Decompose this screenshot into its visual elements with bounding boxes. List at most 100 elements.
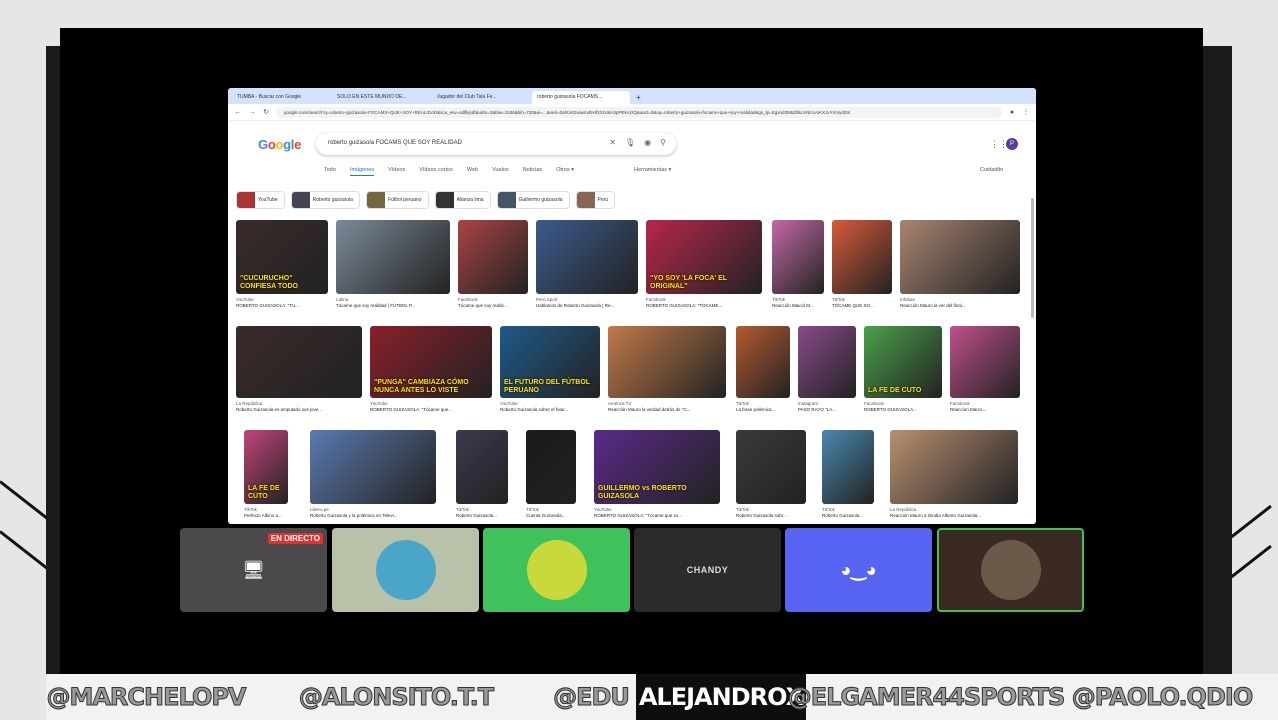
result-thumbnail[interactable] — [822, 430, 874, 504]
result-source[interactable]: La República — [236, 401, 362, 406]
result-title[interactable]: TÓCAME QUE SO... — [832, 303, 892, 308]
result-source[interactable]: TikTok — [736, 401, 790, 406]
filter-chip[interactable]: Fútbol peruano — [365, 191, 429, 209]
profile-icon[interactable]: ● — [1008, 109, 1016, 116]
result-title[interactable]: Roberto Guizasola... — [822, 513, 874, 518]
search-tab[interactable]: Web — [467, 167, 478, 176]
image-result[interactable]: LA FE DE CUTO Facebook ROBERTO GUIZASOLA..… — [864, 326, 942, 412]
result-thumbnail[interactable] — [456, 430, 508, 504]
result-title[interactable]: ROBERTO GUIZASOLA: "TU... — [236, 303, 328, 308]
filter-chip[interactable]: YouTube — [236, 191, 285, 209]
result-thumbnail[interactable] — [526, 430, 576, 504]
result-source[interactable]: Infobae — [900, 297, 1020, 302]
result-thumbnail[interactable] — [236, 326, 362, 398]
result-source[interactable]: TikTok — [736, 507, 806, 512]
result-title[interactable]: ROBERTO GUIZASOLA: "Tócame que so... — [594, 513, 720, 518]
search-tab[interactable]: Vuelos — [492, 167, 509, 176]
result-thumbnail[interactable]: LA FE DE CUTO — [244, 430, 288, 504]
tools-button[interactable]: Herramientas ▾ — [634, 167, 671, 173]
image-result[interactable]: TikTok La frase polémica... — [736, 326, 790, 412]
result-thumbnail[interactable] — [458, 220, 528, 294]
new-tab-button[interactable]: + — [632, 91, 645, 104]
image-result[interactable]: TikTok Roberto Guizasola... — [456, 430, 508, 518]
browser-tab[interactable]: roberto guizasola FOCAMS... — [532, 91, 630, 104]
result-title[interactable]: ROBERTO GUIZASOLA: "Tócame que... — [370, 407, 492, 412]
menu-icon[interactable]: ⋮ — [1022, 108, 1030, 116]
result-source[interactable]: TikTok — [526, 507, 576, 512]
lens-icon[interactable]: ◉ — [644, 138, 651, 147]
result-source[interactable]: TikTok — [456, 507, 508, 512]
forward-icon[interactable]: → — [248, 109, 256, 116]
result-thumbnail[interactable] — [608, 326, 726, 398]
result-source[interactable]: Facebook — [864, 401, 942, 406]
result-source[interactable]: Latina — [336, 297, 450, 302]
participant-tile[interactable] — [937, 528, 1084, 612]
result-source[interactable]: Instagram — [798, 401, 856, 406]
filter-chip[interactable]: Perú — [575, 191, 616, 209]
search-tab[interactable]: Noticias — [523, 167, 543, 176]
search-input[interactable]: roberto guizasola FOCAMS QUE SOY REALIDA… — [316, 133, 676, 155]
result-source[interactable]: América TV — [608, 401, 726, 406]
search-tab[interactable]: Imágenes — [349, 167, 375, 176]
result-thumbnail[interactable] — [832, 220, 892, 294]
result-thumbnail[interactable]: "PUNGA" CAMBIAZA CÓMO NUNCA ANTES LO VIS… — [370, 326, 492, 398]
search-tab[interactable]: Vídeos cortos — [419, 167, 453, 176]
image-result[interactable]: "YO SOY 'LA FOCA' EL ORIGINAL" Facebook RO… — [646, 220, 762, 308]
reload-icon[interactable]: ↻ — [262, 108, 270, 116]
result-title[interactable]: Roberto Guizasola es amputado sus jove..… — [236, 407, 362, 412]
result-title[interactable]: Tócame que soy realid... — [458, 303, 528, 308]
google-logo[interactable]: Google — [258, 137, 301, 152]
search-tab[interactable]: Otros ▾ — [556, 167, 574, 176]
result-thumbnail[interactable]: GUILLERMO vs ROBERTO GUIZASOLA — [594, 430, 720, 504]
result-title[interactable]: Reacción Mauro a Gindia Alberto Guizasol… — [890, 513, 1018, 518]
result-thumbnail[interactable] — [890, 430, 1018, 504]
result-source[interactable]: YouTube — [236, 297, 328, 302]
participant-tile[interactable]: ◕‿◕ — [785, 528, 932, 612]
result-thumbnail[interactable] — [736, 326, 790, 398]
result-title[interactable]: Reacción Mauro la verdad detrás de "C... — [608, 407, 726, 412]
image-result[interactable]: LA FE DE CUTO TikTok Perfecto Albino a... — [244, 430, 288, 518]
filter-chip[interactable]: Roberto guizasola — [290, 191, 360, 209]
image-result[interactable]: GUILLERMO vs ROBERTO GUIZASOLA YouTube ROB… — [594, 430, 720, 518]
filter-chip[interactable]: Alianza lima — [434, 191, 491, 209]
clear-icon[interactable]: ✕ — [609, 138, 616, 147]
result-source[interactable]: Perú Sport — [536, 297, 638, 302]
result-title[interactable]: Hablamos de Roberto Guizasola | Re... — [536, 303, 638, 308]
result-thumbnail[interactable] — [798, 326, 856, 398]
image-result[interactable]: EL FUTURO DEL FÚTBOL PERUANO YouTube Rober… — [500, 326, 600, 412]
browser-tab[interactable]: TUMBA - Buscar con Google — [232, 91, 330, 104]
result-source[interactable]: Facebook — [950, 401, 1020, 406]
result-title[interactable]: Tócame que soy realidad | FÚTBOL P... — [336, 303, 450, 308]
image-result[interactable]: Libero.pe Roberto Guizasola y la polémica… — [310, 430, 436, 518]
result-thumbnail[interactable] — [310, 430, 436, 504]
image-result[interactable]: "CUCURUCHO" CONFIESA TODO YouTube ROBERTO … — [236, 220, 328, 308]
participant-tile[interactable]: CHANDY — [634, 528, 781, 612]
image-result[interactable]: Perú Sport Hablamos de Roberto Guizasola … — [536, 220, 638, 308]
result-source[interactable]: TikTok — [822, 507, 874, 512]
image-result[interactable]: TikTok TÓCAME QUE SO... — [832, 220, 892, 308]
result-title[interactable]: Reaccion Marco... — [950, 407, 1020, 412]
result-thumbnail[interactable] — [900, 220, 1020, 294]
result-source[interactable]: YouTube — [500, 401, 600, 406]
image-result[interactable]: La República Reacción Mauro a Gindia Albe… — [890, 430, 1018, 518]
result-title[interactable]: Reacción Maicol M... — [772, 303, 824, 308]
result-title[interactable]: Perfecto Albino a... — [244, 513, 288, 518]
result-thumbnail[interactable] — [736, 430, 806, 504]
participant-tile[interactable] — [483, 528, 630, 612]
result-thumbnail[interactable] — [336, 220, 450, 294]
participant-tile[interactable]: 🖥 EN DIRECTO — [180, 528, 327, 612]
image-result[interactable]: Infobae Reacción Mauro la ver del final..… — [900, 220, 1020, 308]
result-source[interactable]: TikTok — [244, 507, 288, 512]
address-bar[interactable]: google.com/search?q=roberto+guizasola+FO… — [276, 106, 1002, 118]
image-result[interactable]: TikTok Cuenta Guizasola... — [526, 430, 576, 518]
image-result[interactable]: Instagram PASO RAYO "LA... — [798, 326, 856, 412]
result-title[interactable]: Roberto Guizasola y la polémica en Telev… — [310, 513, 436, 518]
back-icon[interactable]: ← — [234, 109, 242, 116]
result-thumbnail[interactable]: LA FE DE CUTO — [864, 326, 942, 398]
image-result[interactable]: TikTok Roberto Guizasola sobr... — [736, 430, 806, 518]
mic-icon[interactable]: 🎙 — [625, 138, 635, 147]
result-title[interactable]: ROBERTO GUIZASOLA... — [864, 407, 942, 412]
image-result[interactable]: Facebook Tócame que soy realid... — [458, 220, 528, 308]
safe-search-button[interactable]: Cuidadito — [980, 167, 1003, 173]
search-tab[interactable]: Vídeos — [388, 167, 405, 176]
